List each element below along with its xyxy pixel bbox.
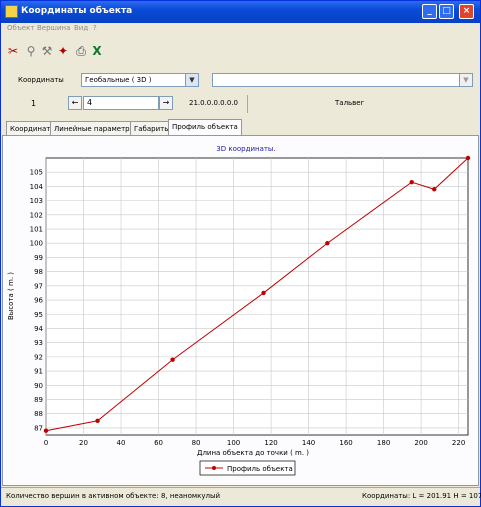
pin-icon[interactable]: ⚲: [23, 43, 39, 59]
coordinates-select-value: Геобальные ( 3D ): [85, 76, 152, 84]
tool-icon[interactable]: ⚒: [39, 43, 55, 59]
y-tick-label: 99: [34, 254, 43, 262]
print-icon[interactable]: ⎙: [73, 43, 89, 59]
y-tick-label: 104: [30, 183, 44, 191]
y-axis-ticks: 87 88 89 90 91 92 93 94 95 96 97 98 99 100 101 102 103 10…: [30, 169, 44, 433]
coordinates-select[interactable]: Геобальные ( 3D ) ▼: [81, 73, 199, 87]
legend: Профиль объекта: [199, 460, 296, 476]
tab-linear-params[interactable]: Линейные параметры: [50, 121, 140, 135]
x-tick-label: 200: [414, 439, 427, 447]
x-tick-label: 40: [117, 439, 126, 447]
app-icon: [5, 5, 18, 18]
y-tick-label: 101: [30, 226, 43, 234]
y-tick-label: 105: [30, 169, 43, 177]
divider: [247, 95, 248, 113]
x-tick-label: 20: [79, 439, 88, 447]
y-tick-label: 87: [34, 424, 43, 432]
x-tick-label: 160: [339, 439, 352, 447]
vertex-nav-row: 1 ← 4 → 21.0.0.0.0.0.0 Тальвег: [1, 95, 480, 113]
menu-help[interactable]: ?: [93, 24, 97, 32]
vertex-input-value: 4: [87, 98, 93, 107]
y-tick-label: 95: [34, 311, 43, 319]
object-code: 21.0.0.0.0.0.0: [189, 99, 238, 107]
y-tick-label: 100: [30, 240, 43, 248]
prev-vertex-button[interactable]: ←: [68, 96, 82, 110]
y-tick-label: 103: [30, 197, 43, 205]
chevron-down-icon[interactable]: ▼: [459, 74, 472, 86]
y-tick-label: 91: [34, 368, 43, 376]
status-bar: Количество вершин в активном объекте: 8,…: [1, 487, 481, 507]
data-point: [465, 155, 471, 161]
tab-strip: Координаты Линейные параметры Габариты П…: [1, 119, 480, 135]
y-tick-label: 98: [34, 268, 43, 276]
x-tick-label: 140: [302, 439, 315, 447]
x-tick-label: 100: [227, 439, 240, 447]
menu-vertex[interactable]: Вершина: [37, 24, 70, 32]
menu-view[interactable]: Вид: [74, 24, 88, 32]
data-point: [325, 241, 330, 246]
legend-marker: [212, 466, 216, 470]
x-tick-label: 60: [154, 439, 163, 447]
maximize-button[interactable]: □: [439, 4, 454, 19]
menu-object[interactable]: Объект: [7, 24, 34, 32]
close-button[interactable]: ×: [459, 4, 474, 19]
y-tick-label: 90: [34, 382, 43, 390]
data-point: [432, 187, 437, 192]
window-title: Координаты объекта: [21, 6, 133, 16]
toolbar: ✂ ⚲ ⚒ ✦ ⎙ X: [1, 35, 480, 67]
y-tick-label: 97: [34, 282, 43, 290]
vertex-index: 1: [31, 99, 37, 108]
scissors-icon[interactable]: ✂: [5, 43, 21, 59]
x-axis-label: Длина объекта до точки ( m. ): [197, 449, 309, 457]
x-tick-label: 80: [192, 439, 201, 447]
next-vertex-button[interactable]: →: [159, 96, 173, 110]
y-tick-label: 88: [34, 410, 43, 418]
status-vertex-count: Количество вершин в активном объекте: 8,…: [6, 492, 221, 500]
y-tick-label: 102: [30, 211, 43, 219]
y-tick-label: 89: [34, 396, 43, 404]
pointer-icon[interactable]: ✦: [55, 43, 71, 59]
legend-label: Профиль объекта: [227, 465, 293, 473]
data-point: [95, 418, 100, 423]
tab-object-profile[interactable]: Профиль объекта: [168, 119, 242, 135]
menu-bar: Объект Вершина Вид ?: [1, 23, 480, 35]
x-tick-label: 180: [377, 439, 390, 447]
y-tick-label: 93: [34, 339, 43, 347]
main-window: Координаты объекта _ □ × Объект Вершина …: [0, 0, 481, 507]
y-tick-label: 96: [34, 297, 43, 305]
object-name: Тальвег: [335, 99, 365, 107]
x-tick-label: 220: [452, 439, 465, 447]
minimize-button[interactable]: _: [422, 4, 437, 19]
y-tick-label: 94: [34, 325, 43, 333]
secondary-select[interactable]: ▼: [212, 73, 473, 87]
vertex-input[interactable]: 4: [83, 96, 159, 110]
x-tick-label: 0: [44, 439, 48, 447]
profile-chart: 3D координаты. 0 20 40 60 80 100 120 140 160 180 2…: [7, 145, 471, 476]
data-point: [261, 290, 266, 296]
x-axis-ticks: 0 20 40 60 80 100 120 140 160 180 200 220: [44, 439, 466, 447]
data-point: [43, 428, 49, 433]
coordinates-label: Координаты: [18, 76, 64, 84]
status-coordinates: Координаты: L = 201.91 H = 107.27: [362, 492, 481, 500]
y-tick-label: 92: [34, 353, 43, 361]
plot-area: [45, 157, 469, 436]
title-bar: Координаты объекта _ □ ×: [1, 1, 480, 23]
profile-panel: 3D координаты. 0 20 40 60 80 100 120 140 160 180 2…: [2, 135, 479, 486]
data-point: [409, 179, 414, 185]
coordinates-row: Координаты Геобальные ( 3D ) ▼ ▼: [1, 72, 480, 90]
chevron-down-icon[interactable]: ▼: [185, 74, 198, 86]
chart-title: 3D координаты.: [216, 145, 275, 153]
data-point: [170, 357, 175, 362]
y-axis-label: Высота ( m. ): [7, 272, 15, 320]
x-tick-label: 120: [264, 439, 277, 447]
excel-icon[interactable]: X: [89, 43, 105, 59]
